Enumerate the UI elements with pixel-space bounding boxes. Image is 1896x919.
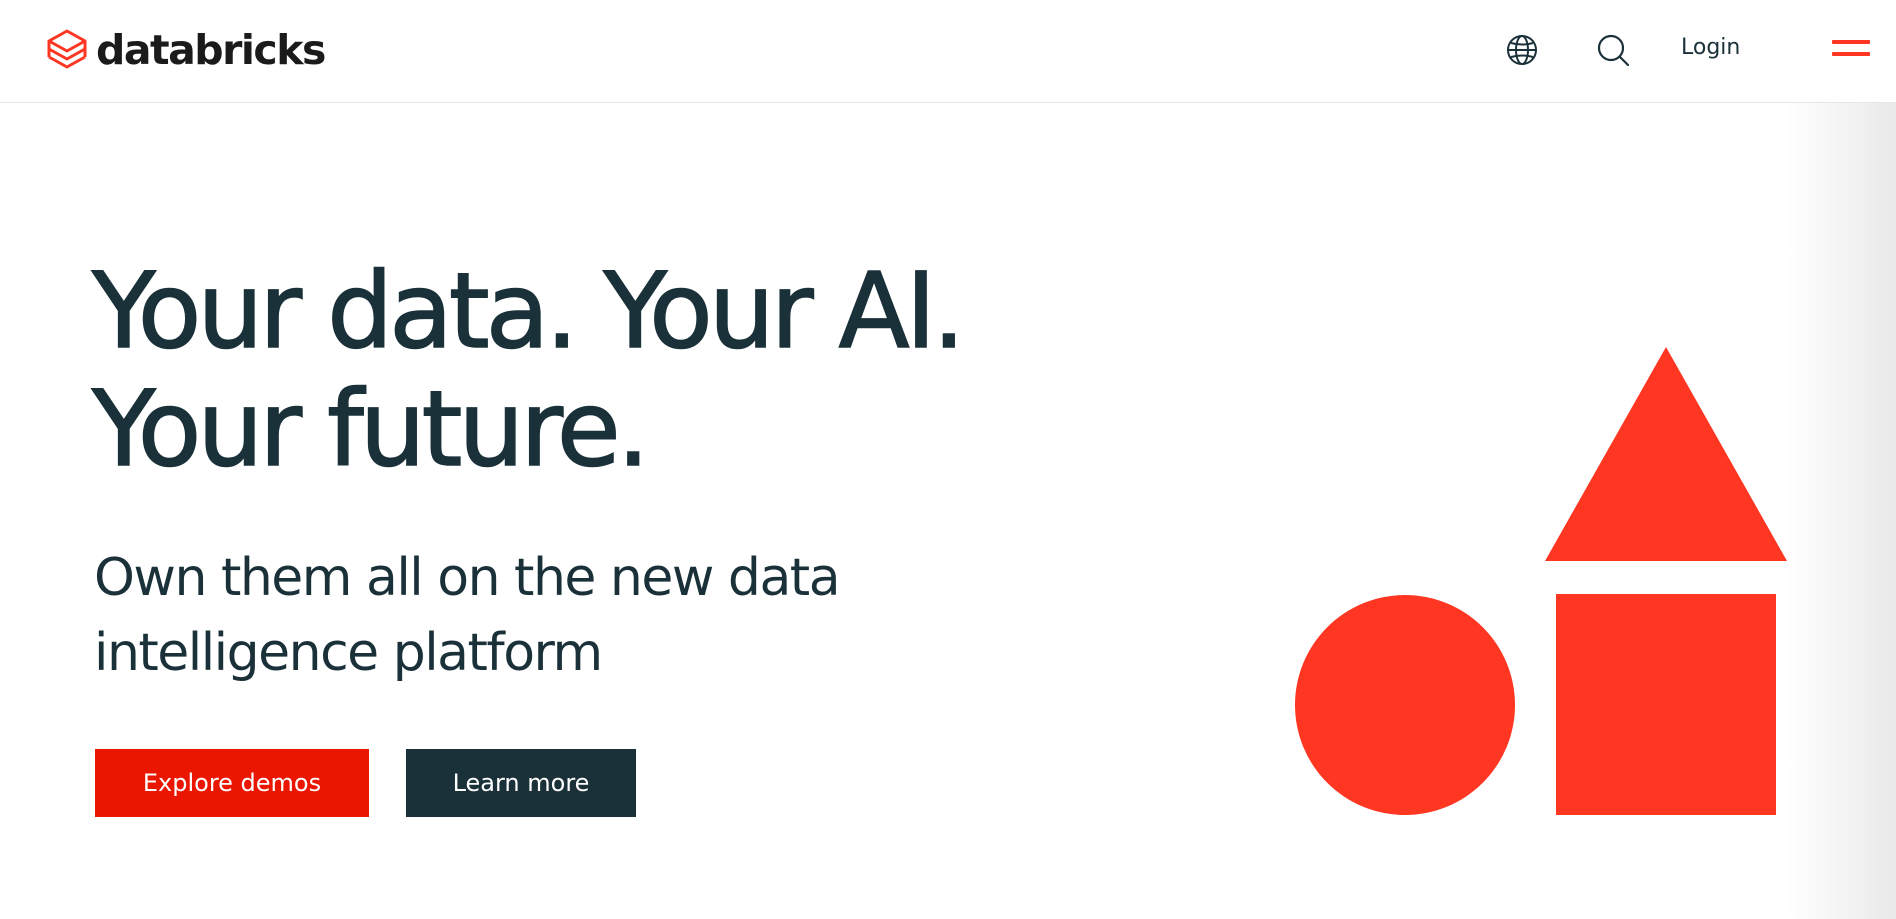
menu-bar-top: [1832, 40, 1870, 44]
hero-title-line1: Your data. Your AI.: [91, 250, 966, 372]
logo-text: databricks: [96, 26, 326, 74]
square-shape: [1556, 594, 1776, 815]
hero-subtitle-line2: intelligence platform: [94, 623, 603, 683]
hero-illustration: [1295, 347, 1787, 815]
hero-subtitle: Own them all on the new data intelligenc…: [94, 541, 841, 691]
search-icon[interactable]: [1596, 33, 1630, 67]
page: databricks Login Your data. Your AI. You…: [0, 0, 1896, 919]
triangle-shape: [1545, 347, 1787, 561]
menu-bar-bottom: [1832, 52, 1870, 56]
explore-demos-button[interactable]: Explore demos: [95, 749, 369, 817]
hamburger-menu-icon[interactable]: [1832, 40, 1870, 60]
login-link[interactable]: Login: [1681, 35, 1740, 60]
circle-shape: [1295, 595, 1515, 815]
site-header: databricks Login: [0, 0, 1896, 103]
hero-subtitle-line1: Own them all on the new data: [94, 548, 841, 608]
learn-more-button[interactable]: Learn more: [406, 749, 636, 817]
globe-icon[interactable]: [1505, 33, 1539, 67]
hero-title: Your data. Your AI. Your future.: [91, 250, 966, 490]
databricks-logo[interactable]: databricks: [46, 26, 326, 74]
hero-title-line2: Your future.: [91, 368, 650, 490]
databricks-logo-icon: [47, 29, 87, 69]
